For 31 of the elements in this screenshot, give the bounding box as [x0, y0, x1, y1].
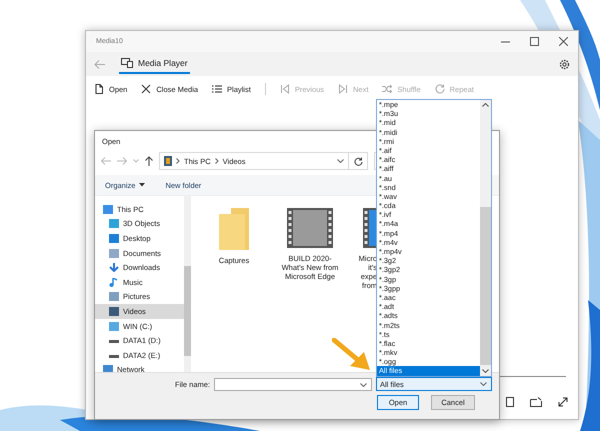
scroll-up-icon[interactable]: [482, 103, 489, 107]
download-icon: [109, 263, 119, 272]
caret-icon: [480, 382, 487, 386]
scrollbar[interactable]: [480, 100, 491, 376]
music-note-icon: [109, 278, 119, 287]
settings-icon[interactable]: [559, 58, 570, 70]
refresh-icon: [354, 156, 362, 166]
shuffle-icon: [382, 84, 392, 94]
caret-icon: [360, 382, 368, 386]
window-icon[interactable]: [530, 397, 542, 407]
x-icon: [141, 84, 152, 94]
list-icon: [212, 84, 222, 94]
caret-icon[interactable]: [337, 159, 344, 163]
maximize-icon[interactable]: [530, 37, 539, 46]
rectangle-icon[interactable]: [506, 397, 514, 407]
expand-icon[interactable]: [558, 397, 568, 407]
media-player-tab[interactable]: Media Player: [119, 54, 190, 74]
circular-arrow-icon: [434, 84, 445, 94]
up-arrow-icon[interactable]: [145, 156, 153, 166]
file-name-field[interactable]: [214, 378, 372, 391]
skip-forward-icon: [338, 84, 348, 94]
chevron-icon: [214, 158, 219, 164]
scrollbar[interactable]: [184, 196, 191, 372]
folder-icon: [219, 208, 249, 250]
close-icon[interactable]: [559, 37, 568, 46]
video-thumbnail-drawing: [287, 208, 333, 248]
scroll-down-icon[interactable]: [482, 369, 489, 373]
pointer-arrow-drawing: [332, 338, 372, 372]
refresh-button[interactable]: [348, 152, 368, 170]
skip-back-icon: [280, 84, 290, 94]
chevron-icon: [176, 158, 180, 164]
